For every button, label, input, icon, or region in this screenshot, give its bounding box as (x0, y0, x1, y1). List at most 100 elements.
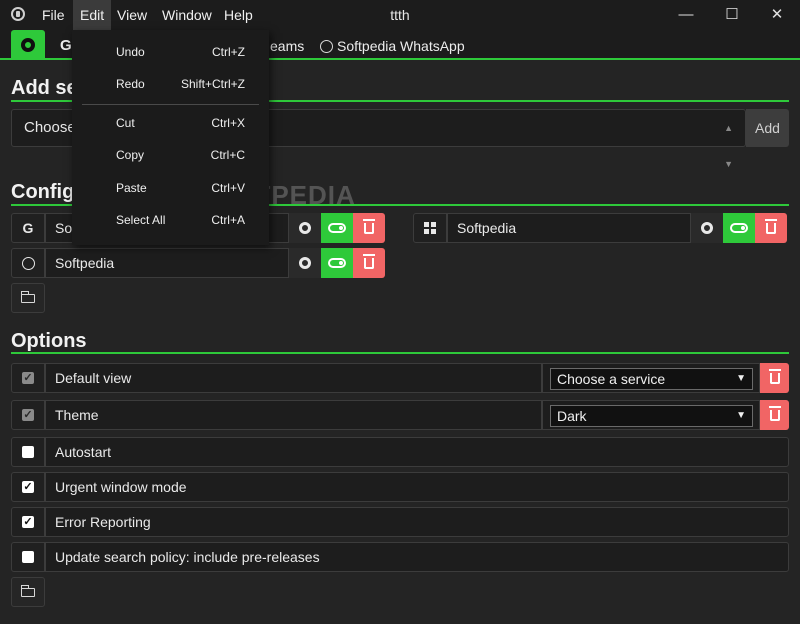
service-select-value: Choose (24, 119, 76, 136)
folder-icon (21, 585, 35, 597)
check-icon: ✓ (22, 516, 34, 528)
options-heading: Options (11, 330, 87, 352)
menu-file[interactable]: File (35, 0, 72, 30)
divider (11, 352, 789, 354)
menu-item-shortcut: Ctrl+Z (212, 45, 245, 59)
configured-heading: Config (11, 181, 75, 203)
trash-icon (363, 219, 375, 234)
tab-whatsapp[interactable]: Softpedia WhatsApp (320, 30, 465, 60)
title-bar: File Edit View Window Help ttth — ☐ ✕ (0, 0, 800, 30)
service-settings-button[interactable] (691, 213, 723, 243)
menu-item-shortcut: Ctrl+A (211, 213, 245, 227)
menu-item-shortcut: Ctrl+X (211, 116, 245, 130)
whatsapp-icon (320, 40, 333, 53)
gear-icon (299, 257, 311, 269)
menu-separator (82, 104, 259, 105)
option-label: Theme (45, 400, 542, 430)
trash-icon (769, 406, 781, 421)
theme-select-wrap: Dark ▼ (542, 400, 760, 430)
edit-menu: Undo Ctrl+Z Redo Shift+Ctrl+Z Cut Ctrl+X Co… (72, 30, 269, 245)
check-icon: ✓ (22, 372, 34, 384)
autostart-checkbox[interactable] (11, 437, 45, 467)
select-value: Choose a service (557, 371, 666, 387)
tab-settings[interactable] (11, 30, 45, 60)
checkbox-box (22, 446, 34, 458)
menu-item-undo[interactable]: Undo Ctrl+Z (72, 37, 269, 67)
theme-checkbox[interactable]: ✓ (11, 400, 45, 430)
check-icon: ✓ (22, 481, 34, 493)
open-folder-button[interactable] (11, 577, 45, 607)
menu-edit[interactable]: Edit (73, 0, 112, 30)
default-view-delete-button[interactable] (760, 363, 789, 393)
prerelease-checkbox[interactable] (11, 542, 45, 572)
menu-item-shortcut: Ctrl+V (211, 181, 245, 195)
toggle-icon (328, 258, 346, 268)
gear-icon (701, 222, 713, 234)
option-label: Autostart (45, 437, 789, 467)
open-folder-button[interactable] (11, 283, 45, 313)
menu-window[interactable]: Window (155, 0, 219, 30)
gear-icon (299, 222, 311, 234)
check-icon: ✓ (22, 409, 34, 421)
service-toggle-button[interactable] (321, 248, 353, 278)
menu-item-label: Undo (116, 45, 145, 59)
menu-item-label: Paste (116, 181, 147, 195)
theme-select[interactable]: Dark ▼ (550, 405, 753, 427)
gear-icon (21, 38, 35, 52)
tab-google-partial[interactable]: G (60, 30, 72, 60)
windows-icon (413, 213, 447, 243)
option-label: Urgent window mode (45, 472, 789, 502)
maximize-button[interactable]: ☐ (709, 0, 755, 30)
close-button[interactable]: ✕ (754, 0, 800, 30)
option-label: Default view (45, 363, 542, 393)
service-toggle-button[interactable] (723, 213, 755, 243)
service-delete-button[interactable] (353, 248, 385, 278)
minimize-button[interactable]: — (663, 0, 709, 30)
select-arrows-icon: ▲ ▼ (724, 123, 733, 169)
menu-item-copy[interactable]: Copy Ctrl+C (72, 140, 269, 170)
menu-item-shortcut: Shift+Ctrl+Z (180, 77, 245, 91)
app-icon (11, 7, 25, 21)
service-settings-button[interactable] (289, 213, 321, 243)
select-value: Dark (557, 408, 587, 424)
default-view-checkbox[interactable]: ✓ (11, 363, 45, 393)
default-view-select-wrap: Choose a service ▼ (542, 363, 760, 393)
trash-icon (363, 254, 375, 269)
toggle-icon (328, 223, 346, 233)
menu-item-paste[interactable]: Paste Ctrl+V (72, 173, 269, 203)
whatsapp-icon (11, 248, 45, 278)
menu-item-redo[interactable]: Redo Shift+Ctrl+Z (72, 69, 269, 99)
menu-item-label: Cut (116, 116, 135, 130)
google-icon: G (11, 213, 45, 243)
tab-teams[interactable]: eams (270, 30, 304, 60)
option-label: Update search policy: include pre-releas… (45, 542, 789, 572)
menu-view[interactable]: View (110, 0, 154, 30)
service-delete-button[interactable] (353, 213, 385, 243)
caret-down-icon: ▼ (736, 410, 746, 421)
menu-item-shortcut: Ctrl+C (210, 148, 245, 162)
menu-help[interactable]: Help (217, 0, 260, 30)
trash-icon (769, 369, 781, 384)
menu-item-label: Select All (116, 213, 166, 227)
service-name-input[interactable]: Softpedia (447, 213, 691, 243)
urgent-window-checkbox[interactable]: ✓ (11, 472, 45, 502)
error-reporting-checkbox[interactable]: ✓ (11, 507, 45, 537)
theme-delete-button[interactable] (760, 400, 789, 430)
service-toggle-button[interactable] (321, 213, 353, 243)
add-service-heading: Add se (11, 77, 78, 99)
service-name-input[interactable]: Softpedia (45, 248, 289, 278)
option-label: Error Reporting (45, 507, 789, 537)
service-settings-button[interactable] (289, 248, 321, 278)
service-delete-button[interactable] (755, 213, 787, 243)
caret-down-icon: ▼ (736, 373, 746, 384)
trash-icon (765, 219, 777, 234)
menu-item-cut[interactable]: Cut Ctrl+X (72, 108, 269, 138)
folder-icon (21, 291, 35, 303)
menu-item-select-all[interactable]: Select All Ctrl+A (72, 205, 269, 235)
menu-item-label: Redo (116, 77, 145, 91)
add-button[interactable]: Add (746, 109, 789, 147)
tab-whatsapp-label: Softpedia WhatsApp (337, 38, 465, 54)
toggle-icon (730, 223, 748, 233)
checkbox-box (22, 551, 34, 563)
default-view-select[interactable]: Choose a service ▼ (550, 368, 753, 390)
